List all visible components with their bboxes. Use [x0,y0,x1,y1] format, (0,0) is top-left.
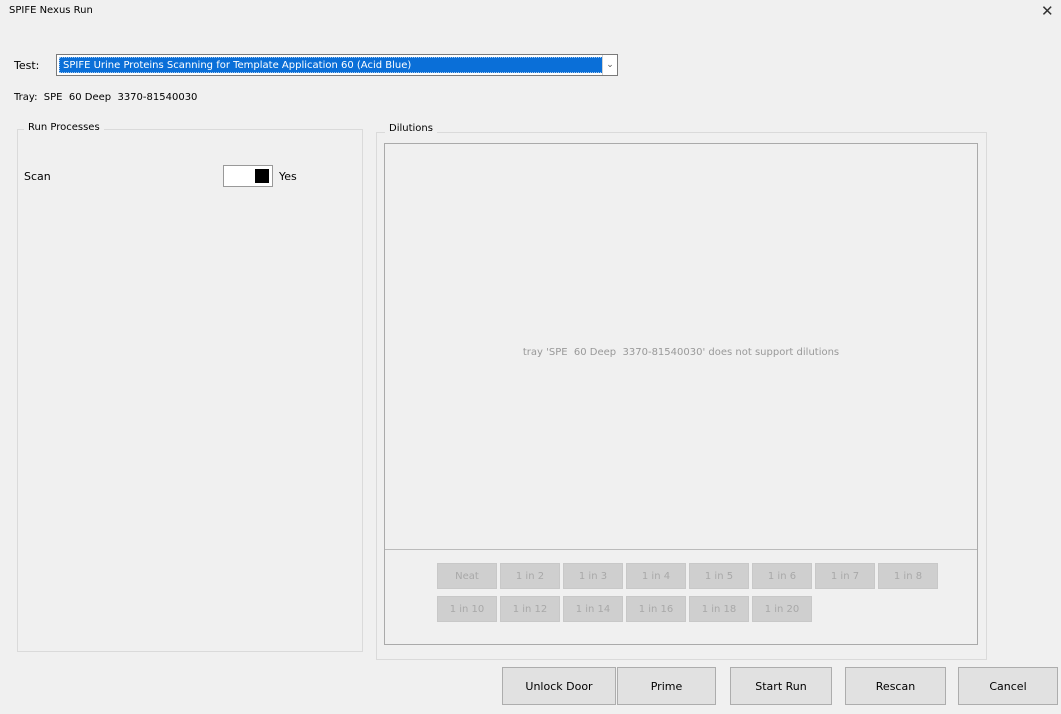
dilution-1in2-button[interactable]: 1 in 2 [500,563,560,589]
dilution-1in10-button[interactable]: 1 in 10 [437,596,497,622]
tray-info: Tray: SPE 60 Deep 3370-81540030 [14,92,198,103]
chevron-down-icon[interactable]: ⌄ [602,55,617,75]
dilution-1in3-button[interactable]: 1 in 3 [563,563,623,589]
dilutions-title: Dilutions [385,123,437,134]
dilution-1in8-button[interactable]: 1 in 8 [878,563,938,589]
test-label: Test: [14,59,40,72]
dilutions-message: tray 'SPE 60 Deep 3370-81540030' does no… [522,347,840,358]
run-processes-group [17,129,363,652]
dilution-1in14-button[interactable]: 1 in 14 [563,596,623,622]
prime-button[interactable]: Prime [617,667,716,705]
dilution-1in18-button[interactable]: 1 in 18 [689,596,749,622]
dilution-1in16-button[interactable]: 1 in 16 [626,596,686,622]
scan-toggle-value: Yes [279,170,297,183]
dilution-1in5-button[interactable]: 1 in 5 [689,563,749,589]
dilution-1in12-button[interactable]: 1 in 12 [500,596,560,622]
toggle-knob [255,169,269,183]
dilution-1in7-button[interactable]: 1 in 7 [815,563,875,589]
dilution-1in6-button[interactable]: 1 in 6 [752,563,812,589]
run-processes-title: Run Processes [24,122,104,133]
start-run-button[interactable]: Start Run [730,667,832,705]
close-icon[interactable]: ✕ [1041,2,1054,20]
cancel-button[interactable]: Cancel [958,667,1058,705]
scan-label: Scan [24,170,51,183]
scan-toggle[interactable] [223,165,273,187]
dilution-1in20-button[interactable]: 1 in 20 [752,596,812,622]
unlock-door-button[interactable]: Unlock Door [502,667,616,705]
window-title: SPIFE Nexus Run [9,5,93,16]
test-select[interactable]: SPIFE Urine Proteins Scanning for Templa… [56,54,618,76]
rescan-button[interactable]: Rescan [845,667,946,705]
dilutions-divider [385,549,977,550]
dilution-1in4-button[interactable]: 1 in 4 [626,563,686,589]
test-select-value: SPIFE Urine Proteins Scanning for Templa… [59,57,603,73]
dilution-neat-button[interactable]: Neat [437,563,497,589]
